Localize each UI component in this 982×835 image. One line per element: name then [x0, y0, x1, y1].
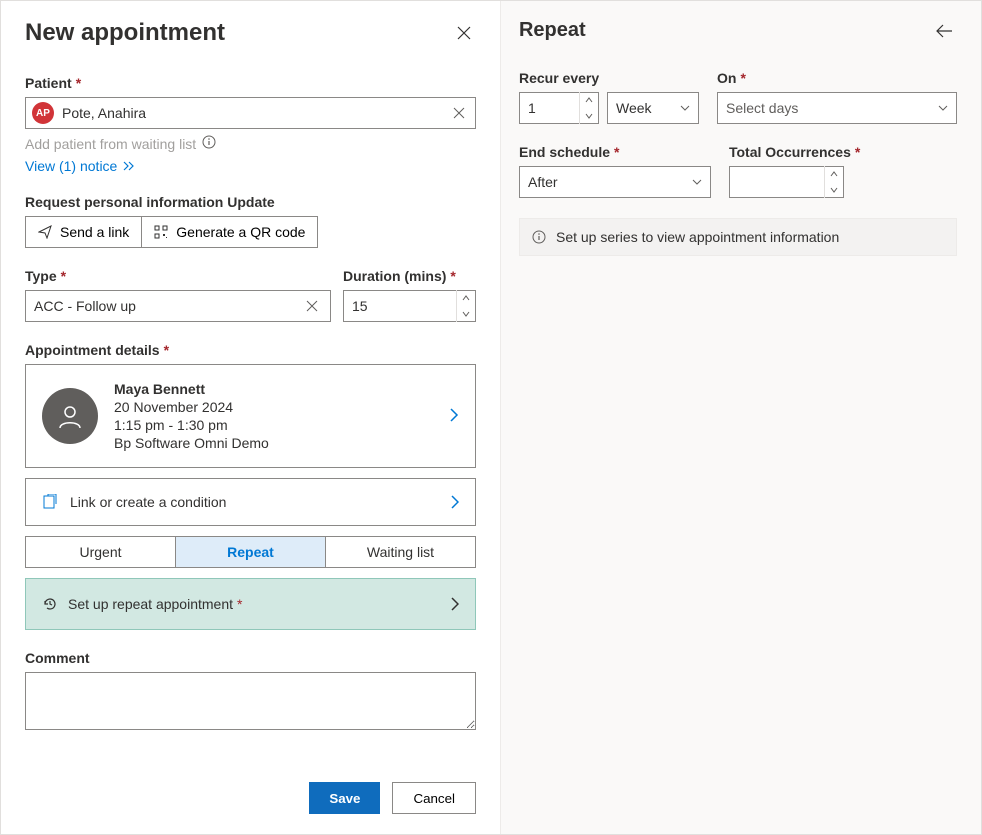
appointment-date: 20 November 2024: [114, 399, 433, 415]
generate-qr-button[interactable]: Generate a QR code: [142, 216, 318, 248]
close-icon: [453, 107, 465, 119]
history-icon: [42, 596, 58, 612]
waiting-list-text: Add patient from waiting list: [25, 136, 196, 152]
total-down-button[interactable]: [825, 182, 843, 198]
details-label: Appointment details*: [25, 342, 476, 358]
cancel-button[interactable]: Cancel: [392, 782, 476, 814]
comment-textarea[interactable]: [25, 672, 476, 730]
chevron-down-icon: [830, 187, 838, 193]
clear-patient-button[interactable]: [449, 103, 469, 123]
chevron-down-icon: [692, 179, 702, 185]
condition-icon: [42, 494, 58, 510]
chevron-right-icon: [449, 407, 459, 426]
chevron-right-icon: [451, 597, 459, 611]
send-link-button[interactable]: Send a link: [25, 216, 142, 248]
chevron-up-icon: [830, 171, 838, 177]
patient-input[interactable]: AP Pote, Anahira: [25, 97, 476, 129]
chevron-up-icon: [585, 97, 593, 103]
back-button[interactable]: [931, 20, 957, 42]
end-schedule-select[interactable]: After: [519, 166, 711, 198]
chevron-down-icon: [462, 311, 470, 317]
close-icon: [306, 300, 318, 312]
comment-label: Comment: [25, 650, 476, 666]
close-button[interactable]: [452, 21, 476, 45]
patient-name: Pote, Anahira: [62, 105, 146, 121]
total-occurrences-label: Total Occurrences*: [729, 144, 957, 160]
recur-period-select[interactable]: Week: [607, 92, 699, 124]
clear-type-button[interactable]: [302, 296, 322, 316]
chevron-double-right-icon: [123, 161, 135, 171]
recur-down-button[interactable]: [580, 108, 598, 124]
provider-name: Maya Bennett: [114, 381, 433, 397]
info-icon: [532, 230, 546, 244]
recur-up-button[interactable]: [580, 92, 598, 108]
duration-label: Duration (mins)*: [343, 268, 476, 284]
appointment-flags-segment: Urgent Repeat Waiting list: [25, 536, 476, 568]
info-icon[interactable]: [202, 135, 216, 152]
new-appointment-panel: New appointment Patient* AP Pote, Anahir…: [1, 1, 500, 834]
page-title: New appointment: [25, 19, 225, 47]
arrow-left-icon: [935, 24, 953, 38]
chevron-down-icon: [680, 105, 690, 111]
appointment-time: 1:15 pm - 1:30 pm: [114, 417, 433, 433]
recur-count-input[interactable]: 1: [519, 92, 599, 124]
qr-icon: [154, 225, 168, 239]
patient-chip: AP Pote, Anahira: [32, 102, 146, 124]
chevron-down-icon: [585, 113, 593, 119]
repeat-tab[interactable]: Repeat: [175, 537, 325, 567]
waiting-list-tab[interactable]: Waiting list: [325, 537, 475, 567]
appointment-card[interactable]: Maya Bennett 20 November 2024 1:15 pm - …: [25, 364, 476, 468]
link-condition-row[interactable]: Link or create a condition: [25, 478, 476, 526]
save-button[interactable]: Save: [309, 782, 380, 814]
on-label: On*: [717, 70, 957, 86]
on-days-select[interactable]: Select days: [717, 92, 957, 124]
person-icon: [56, 402, 84, 430]
appointment-dialog: New appointment Patient* AP Pote, Anahir…: [0, 0, 982, 835]
series-info-bar: Set up series to view appointment inform…: [519, 218, 957, 256]
setup-repeat-row[interactable]: Set up repeat appointment*: [25, 578, 476, 630]
duration-down-button[interactable]: [457, 306, 475, 322]
close-icon: [456, 25, 472, 41]
patient-label: Patient*: [25, 75, 476, 91]
urgent-tab[interactable]: Urgent: [26, 537, 175, 567]
send-icon: [38, 225, 52, 239]
repeat-panel: Repeat Recur every 1 Week: [500, 1, 981, 834]
patient-avatar: AP: [32, 102, 54, 124]
duration-up-button[interactable]: [457, 290, 475, 306]
total-up-button[interactable]: [825, 166, 843, 182]
end-schedule-label: End schedule*: [519, 144, 711, 160]
type-label: Type*: [25, 268, 331, 284]
view-notice-link[interactable]: View (1) notice: [25, 158, 135, 174]
type-select[interactable]: ACC - Follow up: [25, 290, 331, 322]
provider-avatar: [42, 388, 98, 444]
repeat-title: Repeat: [519, 19, 586, 42]
appointment-location: Bp Software Omni Demo: [114, 435, 433, 451]
duration-input[interactable]: 15: [343, 290, 476, 322]
chevron-right-icon: [451, 495, 459, 509]
chevron-up-icon: [462, 295, 470, 301]
total-occurrences-input[interactable]: [729, 166, 844, 198]
recur-every-label: Recur every: [519, 70, 699, 86]
request-update-label: Request personal information Update: [25, 194, 476, 210]
chevron-down-icon: [938, 105, 948, 111]
